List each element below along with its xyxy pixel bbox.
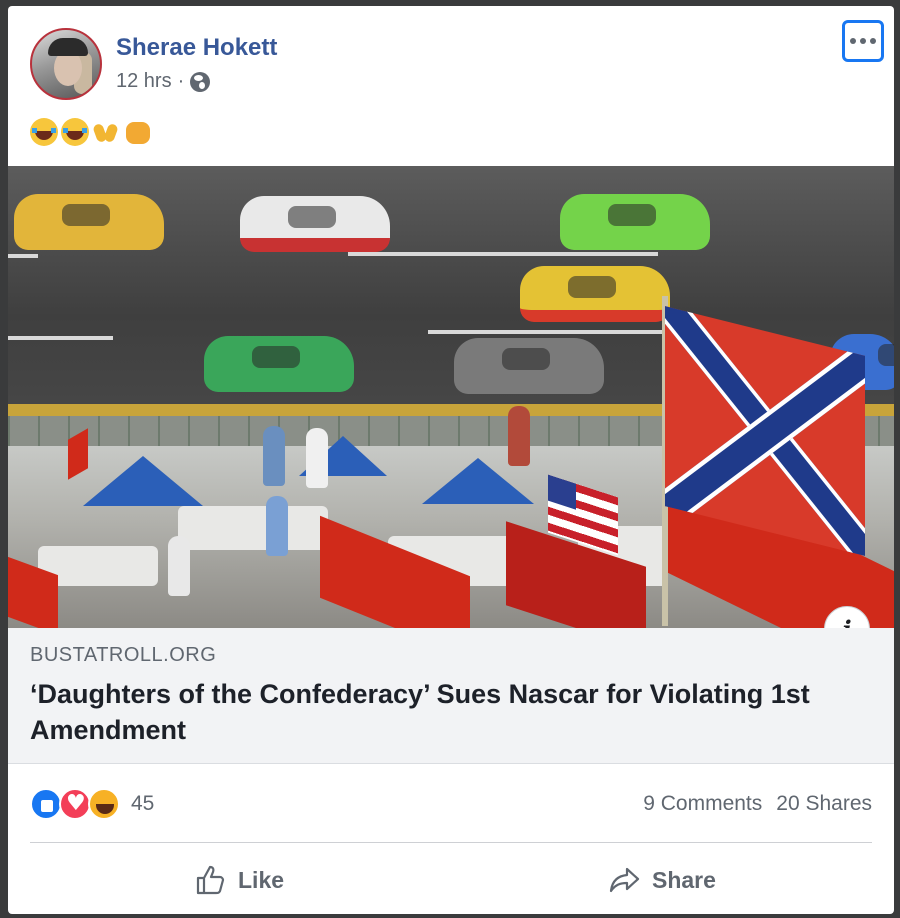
author-name[interactable]: Sherae Hokett: [116, 34, 277, 62]
laughing-tears-emoji: [30, 118, 58, 146]
race-car: [454, 338, 604, 394]
post-header: Sherae Hokett 12 hrs ·: [8, 6, 894, 116]
race-car: [240, 196, 390, 252]
thumbs-up-icon: [196, 865, 225, 895]
race-car: [14, 194, 164, 250]
haha-reaction-icon: [88, 788, 120, 820]
share-arrow-icon: [609, 867, 640, 893]
divider: [30, 842, 872, 843]
reaction-count[interactable]: 45: [131, 792, 154, 816]
like-button[interactable]: Like: [194, 860, 284, 900]
link-preview-image[interactable]: [8, 166, 894, 628]
post-time[interactable]: 12 hrs: [116, 70, 172, 93]
like-label: Like: [238, 866, 285, 893]
fist-emoji: [123, 118, 151, 146]
raised-hands-emoji: [92, 118, 120, 146]
post-card: Sherae Hokett 12 hrs · BUSTATROLL.ORG ‘D…: [8, 6, 894, 914]
shares-count[interactable]: 20 Shares: [776, 792, 872, 816]
link-title[interactable]: ‘Daughters of the Confederacy’ Sues Nasc…: [30, 676, 870, 748]
more-options-button[interactable]: [842, 20, 884, 62]
link-domain: BUSTATROLL.ORG: [30, 644, 217, 666]
link-preview[interactable]: BUSTATROLL.ORG ‘Daughters of the Confede…: [8, 628, 894, 764]
post-meta: 12 hrs ·: [116, 70, 211, 93]
more-options-icon: [850, 38, 856, 44]
post-text-emojis: [30, 118, 151, 146]
engagement-stats: 45 9 Comments 20 Shares: [8, 764, 894, 844]
race-car: [520, 266, 670, 322]
globe-icon: [190, 71, 211, 92]
avatar[interactable]: [30, 28, 102, 100]
love-reaction-icon: [59, 788, 91, 820]
laughing-tears-emoji: [61, 118, 89, 146]
share-label: Share: [652, 866, 716, 893]
like-reaction-icon: [30, 788, 62, 820]
share-button[interactable]: Share: [608, 860, 716, 900]
comments-count[interactable]: 9 Comments: [643, 792, 762, 816]
action-bar: Like Share: [8, 846, 894, 914]
reactions-summary[interactable]: 45: [30, 788, 154, 820]
race-car: [204, 336, 354, 392]
meta-separator: ·: [177, 70, 185, 92]
race-car: [560, 194, 710, 250]
